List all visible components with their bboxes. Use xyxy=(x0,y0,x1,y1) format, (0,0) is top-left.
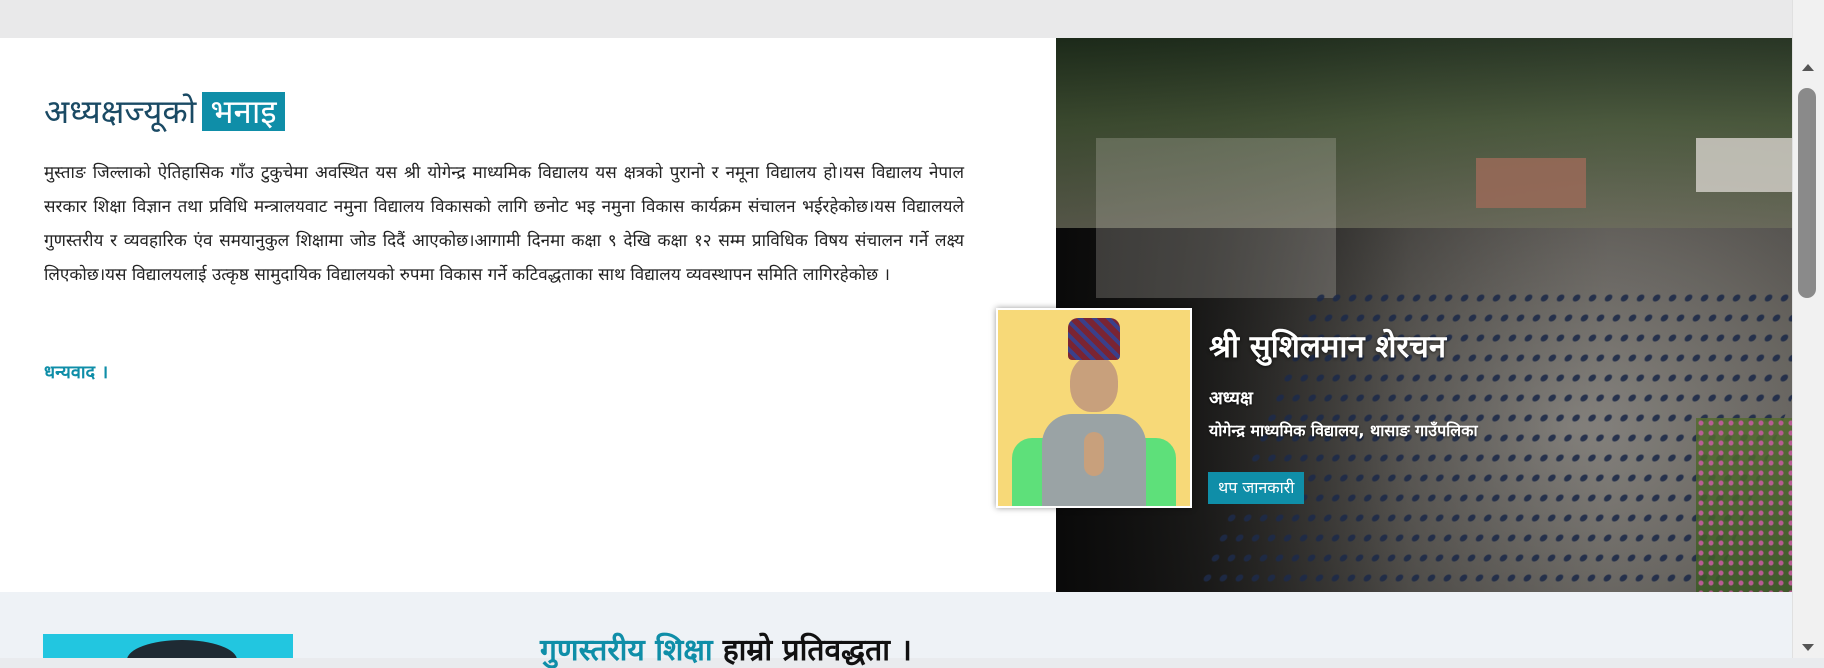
section-image xyxy=(43,634,293,658)
scroll-up-arrow-icon[interactable] xyxy=(1802,64,1814,71)
distant-building xyxy=(1476,158,1586,208)
heading-rest: हाम्रो प्रतिवद्धता । xyxy=(722,633,912,668)
message-heading: अध्यक्षज्यूको भनाइ xyxy=(44,88,285,133)
quality-education-heading: गुणस्तरीय शिक्षा हाम्रो प्रतिवद्धता । xyxy=(540,634,912,668)
chairperson-name: श्री सुशिलमान शेरचन xyxy=(1209,329,1447,365)
scroll-down-arrow-icon[interactable] xyxy=(1802,644,1814,651)
chairperson-role: अध्यक्ष xyxy=(1209,388,1253,409)
heading-highlight: भनाइ xyxy=(202,92,285,131)
heading-accent: गुणस्तरीय शिक्षा xyxy=(540,633,713,668)
school-building xyxy=(1096,138,1336,298)
more-info-button[interactable]: थप जानकारी xyxy=(1208,472,1305,504)
distant-building-right xyxy=(1696,138,1792,192)
quality-education-section: गुणस्तरीय शिक्षा हाम्रो प्रतिवद्धता । xyxy=(0,592,1792,668)
chairperson-organization: योगेन्द्र माध्यमिक विद्यालय, थासाङ गाउँप… xyxy=(1209,421,1478,440)
scrollbar-thumb[interactable] xyxy=(1798,88,1816,298)
thanks-link[interactable]: धन्यवाद । xyxy=(44,360,108,384)
flower-bed xyxy=(1696,418,1792,592)
chairperson-portrait xyxy=(996,308,1192,508)
dhaka-topi-hat xyxy=(1068,318,1120,360)
message-body: मुस्ताङ जिल्लाको ऐतिहासिक गाँउ टुकुचेमा … xyxy=(44,163,964,285)
top-strip xyxy=(0,0,1792,38)
chairperson-message-section: अध्यक्षज्यूको भनाइ मुस्ताङ जिल्लाको ऐतिहा… xyxy=(0,38,1792,592)
heading-main: अध्यक्षज्यूको xyxy=(44,92,197,131)
